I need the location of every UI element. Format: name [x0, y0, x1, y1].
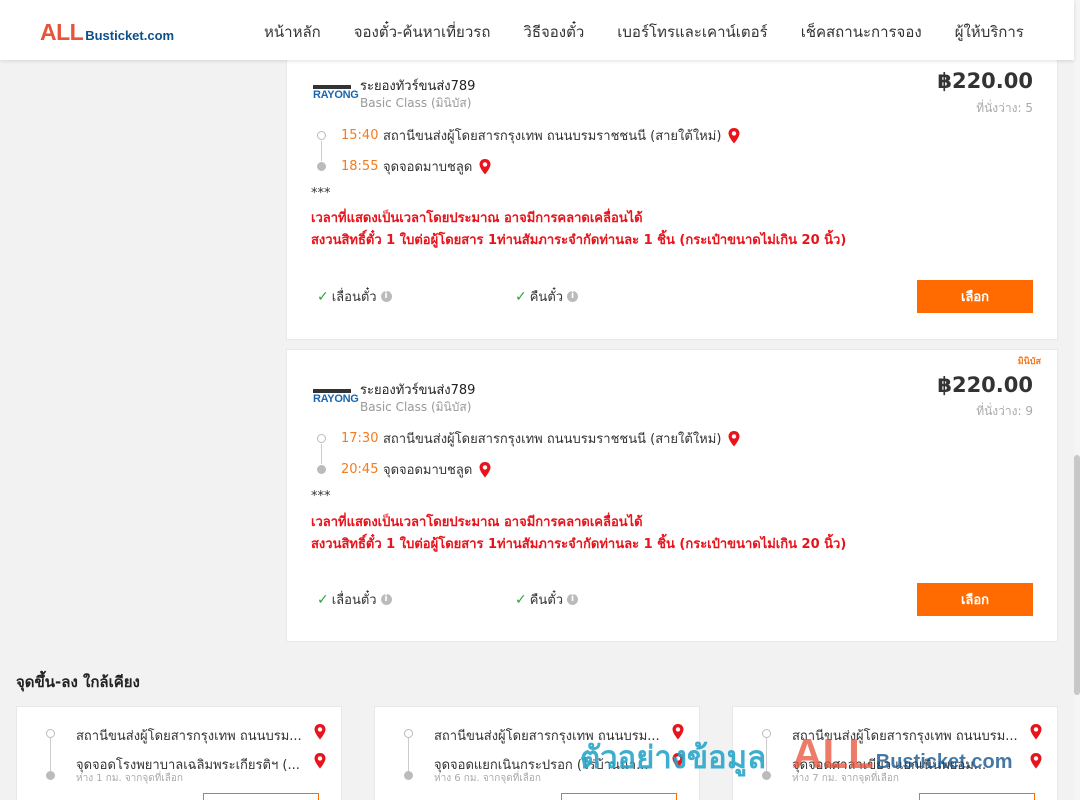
bus-class: Basic Class (มินิบัส)	[360, 400, 472, 414]
nav-book-search[interactable]: จองตั๋ว-ค้นหาเที่ยวรถ	[354, 20, 491, 44]
arrival-stop: 18:55 จุดจอดมาบชลูด	[317, 151, 741, 182]
check-icon: ✓	[515, 591, 527, 608]
nearby-select-button[interactable]	[203, 793, 319, 800]
arrival-time: 18:55	[341, 159, 379, 174]
select-button[interactable]: เลือก	[917, 280, 1033, 313]
nearby-distance: ห่าง 1 กม. จากจุดที่เลือก	[76, 773, 183, 784]
nearby-select-button[interactable]	[561, 793, 677, 800]
info-icon[interactable]: i	[380, 291, 392, 302]
site-header: ALL Busticket.com หน้าหลัก จองตั๋ว-ค้นหา…	[0, 0, 1074, 60]
arrival-place: จุดจอดมาบชลูด	[383, 160, 473, 175]
departure-stop: 17:30 สถานีขนส่งผู้โดยสารกรุงเทพ ถนนบรมร…	[317, 423, 741, 454]
arrival-place: จุดจอดมาบชลูด	[383, 463, 473, 478]
route-stops: 15:40 สถานีขนส่งผู้โดยสารกรุงเทพ ถนนบรมร…	[317, 120, 741, 182]
check-icon: ✓	[317, 591, 329, 608]
warning-note: เวลาที่แสดงเป็นเวลาโดยประมาณ อาจมีการคลา…	[311, 515, 643, 530]
map-pin-icon[interactable]	[313, 724, 327, 740]
map-pin-icon[interactable]	[671, 753, 685, 769]
nearby-card[interactable]: สถานีขนส่งผู้โดยสารกรุงเทพ ถนนบรม... จุด…	[374, 706, 700, 800]
scrollbar-thumb[interactable]	[1074, 455, 1080, 695]
map-pin-icon[interactable]	[1029, 724, 1043, 740]
info-icon[interactable]: i	[380, 594, 392, 605]
operator-logo: RAYONG	[313, 85, 359, 103]
nav-how-to-book[interactable]: วิธีจองตั๋ว	[523, 20, 584, 44]
nav-operators[interactable]: ผู้ให้บริการ	[955, 20, 1024, 44]
trip-card: RAYONG ระยองทัวร์ขนส่ง789 Basic Class (ม…	[286, 58, 1058, 340]
trip-card: มินิบัส RAYONG ระยองทัวร์ขนส่ง789 Basic …	[286, 349, 1058, 642]
feature-refund: ✓ คืนตั๋ว i	[515, 589, 579, 610]
map-pin-icon[interactable]	[671, 724, 685, 740]
nav-home[interactable]: หน้าหลัก	[264, 20, 321, 44]
route-stops: 17:30 สถานีขนส่งผู้โดยสารกรุงเทพ ถนนบรมร…	[317, 423, 741, 485]
ticket-price: ฿220.00	[937, 69, 1033, 93]
departure-stop: 15:40 สถานีขนส่งผู้โดยสารกรุงเทพ ถนนบรมร…	[317, 120, 741, 151]
feature-postpone: ✓ เลื่อนตั๋ว i	[317, 286, 392, 307]
operator-name: ระยองทัวร์ขนส่ง789	[360, 79, 476, 94]
page-scrollbar[interactable]	[1074, 0, 1080, 800]
departure-time: 15:40	[341, 128, 379, 143]
nearby-from: สถานีขนส่งผู้โดยสารกรุงเทพ ถนนบรม...	[792, 729, 1018, 744]
map-pin-icon[interactable]	[1029, 753, 1043, 769]
bus-class: Basic Class (มินิบัส)	[360, 96, 472, 110]
check-icon: ✓	[317, 288, 329, 305]
nearby-card[interactable]: สถานีขนส่งผู้โดยสารกรุงเทพ ถนนบรม... จุด…	[16, 706, 342, 800]
note-stars: ***	[311, 489, 331, 504]
map-pin-icon[interactable]	[313, 753, 327, 769]
nearby-distance: ห่าง 6 กม. จากจุดที่เลือก	[434, 773, 541, 784]
nearby-from: สถานีขนส่งผู้โดยสารกรุงเทพ ถนนบรม...	[434, 729, 660, 744]
nearby-distance: ห่าง 7 กม. จากจุดที่เลือก	[792, 773, 899, 784]
warning-note: สงวนสิทธิ์ตั๋ว 1 ใบต่อผู้โดยสาร 1ท่านสัม…	[311, 233, 847, 248]
ticket-price: ฿220.00	[937, 373, 1033, 397]
nav-contact-counter[interactable]: เบอร์โทรและเคาน์เตอร์	[617, 20, 767, 44]
note-stars: ***	[311, 186, 331, 201]
warning-note: สงวนสิทธิ์ตั๋ว 1 ใบต่อผู้โดยสาร 1ท่านสัม…	[311, 537, 847, 552]
select-button[interactable]: เลือก	[917, 583, 1033, 616]
feature-postpone: ✓ เลื่อนตั๋ว i	[317, 589, 392, 610]
departure-time: 17:30	[341, 431, 379, 446]
operator-logo: RAYONG	[313, 389, 359, 407]
info-icon[interactable]: i	[567, 291, 579, 302]
map-pin-icon[interactable]	[727, 127, 741, 144]
map-pin-icon[interactable]	[478, 158, 492, 175]
nearby-select-button[interactable]	[919, 793, 1035, 800]
nearby-card[interactable]: สถานีขนส่งผู้โดยสารกรุงเทพ ถนนบรม... จุด…	[732, 706, 1058, 800]
main-nav: หน้าหลัก จองตั๋ว-ค้นหาเที่ยวรถ วิธีจองตั…	[264, 20, 1057, 44]
seats-available: ที่นั่งว่าง: 9	[976, 404, 1033, 418]
warning-note: เวลาที่แสดงเป็นเวลาโดยประมาณ อาจมีการคลา…	[311, 211, 643, 226]
nearby-from: สถานีขนส่งผู้โดยสารกรุงเทพ ถนนบรม...	[76, 729, 302, 744]
departure-place: สถานีขนส่งผู้โดยสารกรุงเทพ ถนนบรมราชชนนี…	[383, 432, 722, 447]
arrival-time: 20:45	[341, 462, 379, 477]
arrival-stop: 20:45 จุดจอดมาบชลูด	[317, 454, 741, 485]
operator-name: ระยองทัวร์ขนส่ง789	[360, 383, 476, 398]
info-icon[interactable]: i	[567, 594, 579, 605]
nearby-section-title: จุดขึ้น-ลง ใกล้เคียง	[16, 673, 140, 691]
map-pin-icon[interactable]	[727, 430, 741, 447]
check-icon: ✓	[515, 288, 527, 305]
map-pin-icon[interactable]	[478, 461, 492, 478]
bus-type-badge: มินิบัส	[1017, 357, 1041, 367]
feature-refund: ✓ คืนตั๋ว i	[515, 286, 579, 307]
departure-place: สถานีขนส่งผู้โดยสารกรุงเทพ ถนนบรมราชชนนี…	[383, 129, 722, 144]
site-logo[interactable]: ALL Busticket.com	[40, 19, 174, 46]
nav-check-booking[interactable]: เช็คสถานะการจอง	[801, 20, 922, 44]
seats-available: ที่นั่งว่าง: 5	[976, 101, 1033, 115]
